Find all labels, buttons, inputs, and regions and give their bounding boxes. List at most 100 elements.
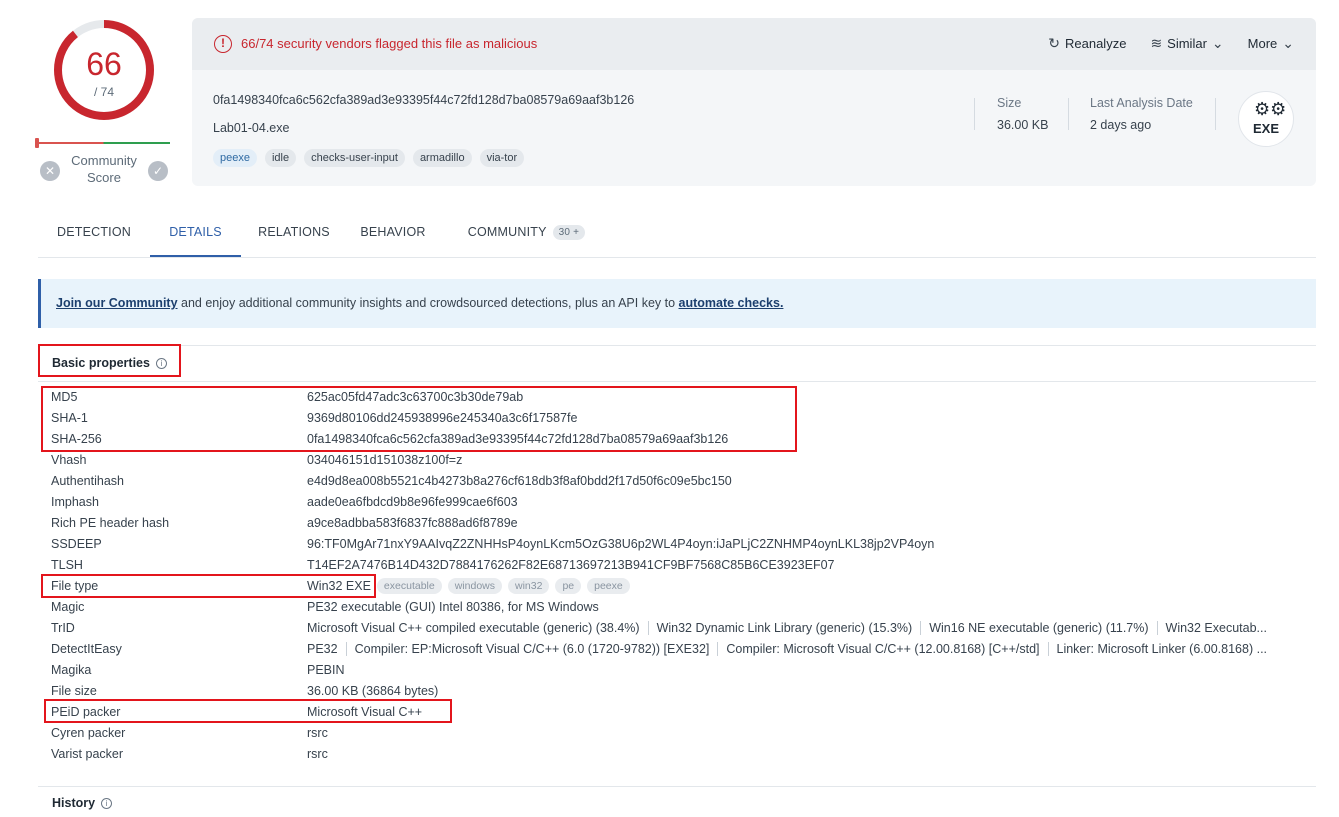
- alert-text: 66/74 security vendors flagged this file…: [241, 36, 538, 51]
- basic-properties-title: Basic properties: [52, 356, 150, 370]
- similar-dropdown[interactable]: ≋ Similar ⌄: [1150, 35, 1223, 52]
- tab-behavior[interactable]: BEHAVIOR: [351, 212, 435, 257]
- property-key: Vhash: [51, 453, 87, 467]
- property-value-text: PE32 executable (GUI) Intel 80386, for M…: [307, 600, 599, 614]
- property-key: SHA-256: [51, 432, 102, 446]
- divider: [1215, 98, 1216, 130]
- divider: [38, 345, 1316, 346]
- property-row: File type Win32 EXE executable windows win32…: [51, 576, 1311, 597]
- last-analysis-block: Last Analysis Date 2 days ago: [1090, 96, 1193, 132]
- property-value: e4d9d8ea008b5521c4b4273b8a276cf618db3f8a…: [307, 471, 1311, 492]
- gears-icon: ⚙⚙: [1254, 99, 1287, 119]
- property-value-text: Win32 EXE: [307, 579, 371, 593]
- property-value-segment: Compiler: Microsoft Visual C/C++ (12.00.…: [717, 642, 1040, 656]
- property-value: 034046151d151038z100f=z: [307, 450, 1311, 471]
- property-value: 0fa1498340fca6c562cfa389ad3e93395f44c72f…: [307, 429, 1311, 450]
- property-key: Cyren packer: [51, 726, 126, 740]
- property-row: DetectItEasy PE32 Compiler: EP:Microsoft V…: [51, 639, 1311, 660]
- property-value-text: T14EF2A7476B14D432D7884176262F82E6871369…: [307, 558, 835, 572]
- property-value-segment: Microsoft Visual C++ compiled executable…: [307, 621, 640, 635]
- tab-details[interactable]: DETAILS: [150, 212, 241, 257]
- tab-count-badge: 30 +: [552, 225, 586, 240]
- property-key: Rich PE header hash: [51, 516, 170, 530]
- file-tag[interactable]: idle: [264, 149, 297, 167]
- file-tag[interactable]: checks-user-input: [304, 149, 405, 167]
- more-dropdown[interactable]: More ⌄: [1248, 35, 1294, 52]
- size-value: 36.00 KB: [997, 118, 1049, 132]
- tab-label: COMMUNITY: [467, 225, 547, 239]
- property-value-text: rsrc: [307, 747, 328, 761]
- divider: [974, 98, 975, 130]
- property-value-segment: Compiler: EP:Microsoft Visual C/C++ (6.0…: [345, 642, 710, 656]
- file-type-tag[interactable]: peexe: [587, 578, 630, 594]
- file-tag[interactable]: peexe: [213, 149, 257, 167]
- community-score-label: Community Score: [71, 153, 137, 185]
- property-value-text: 36.00 KB (36864 bytes): [307, 684, 439, 698]
- property-row: SHA-256 0fa1498340fca6c562cfa389ad3e93395…: [51, 429, 1311, 450]
- divider: [38, 381, 1316, 382]
- property-row: File size 36.00 KB (36864 bytes): [51, 681, 1311, 702]
- property-value-text: 96:TF0MgAr71nxY9AAIvqZ2ZNHHsP4oynLKcm5Oz…: [307, 537, 935, 551]
- tab-label: DETECTION: [56, 225, 132, 239]
- property-row: Authentihash e4d9d8ea008b5521c4b4273b8a27…: [51, 471, 1311, 492]
- file-tag[interactable]: armadillo: [412, 149, 472, 167]
- property-row: TLSH T14EF2A7476B14D432D7884176262F82E687…: [51, 555, 1311, 576]
- downvote-icon[interactable]: ✕: [40, 161, 60, 181]
- property-value-text: rsrc: [307, 726, 328, 740]
- property-value: a9ce8adbba583f6837fc888ad6f8789e: [307, 513, 1311, 534]
- property-key: File type: [51, 579, 99, 593]
- property-value: 96:TF0MgAr71nxY9AAIvqZ2ZNHHsP4oynLKcm5Oz…: [307, 534, 1311, 555]
- report-tabs: DETECTION DETAILS RELATIONS BEHAVIOR COMMUNI…: [38, 212, 1316, 258]
- detection-count: 66: [86, 46, 122, 82]
- basic-properties-table: MD5 625ac05fd47adc3c63700c3b30de79ab SHA-1…: [51, 387, 1311, 765]
- property-row: PEiD packer Microsoft Visual C++: [51, 702, 1311, 723]
- property-row: Varist packer rsrc: [51, 744, 1311, 765]
- chevron-down-icon: ⌄: [1282, 35, 1294, 51]
- property-key: Imphash: [51, 495, 99, 509]
- property-key: SSDEEP: [51, 537, 102, 551]
- property-value: aade0ea6fbdcd9b8e96fe999cae6f603: [307, 492, 1311, 513]
- refresh-icon: ↻: [1048, 35, 1060, 51]
- property-value: rsrc: [307, 723, 1311, 744]
- property-row: Magika PEBIN: [51, 660, 1311, 681]
- property-key: PEiD packer: [51, 705, 121, 719]
- tab-label: RELATIONS: [258, 225, 330, 239]
- banner-middle-text: and enjoy additional community insights …: [177, 296, 679, 310]
- file-type-tag[interactable]: executable: [376, 578, 442, 594]
- history-title: History: [52, 796, 96, 810]
- property-row: Cyren packer rsrc: [51, 723, 1311, 744]
- tab-relations[interactable]: RELATIONS: [241, 212, 347, 257]
- property-value-text: 625ac05fd47adc3c63700c3b30de79ab: [307, 390, 524, 404]
- last-analysis-label: Last Analysis Date: [1090, 96, 1193, 110]
- property-value-segment: Win16 NE executable (generic) (11.7%): [920, 621, 1149, 635]
- tab-detection[interactable]: DETECTION: [38, 212, 150, 257]
- file-type-tag[interactable]: windows: [447, 578, 502, 594]
- file-type-tag[interactable]: win32: [508, 578, 550, 594]
- detection-total: / 74: [93, 85, 114, 99]
- tab-community[interactable]: COMMUNITY 30 +: [455, 212, 598, 257]
- property-row: SHA-1 9369d80106dd245938996e245340a3c6f17…: [51, 408, 1311, 429]
- automate-checks-link[interactable]: automate checks.: [679, 296, 784, 310]
- upvote-icon[interactable]: ✓: [148, 161, 168, 181]
- file-tag[interactable]: via-tor: [479, 149, 525, 167]
- similar-label: Similar: [1167, 36, 1207, 51]
- alert-icon: !: [214, 35, 232, 53]
- info-icon[interactable]: i: [155, 357, 167, 369]
- file-name: Lab01-04.exe: [213, 121, 290, 135]
- property-value-segment: Win32 Dynamic Link Library (generic) (15…: [647, 621, 913, 635]
- property-value-text: aade0ea6fbdcd9b8e96fe999cae6f603: [307, 495, 518, 509]
- info-icon[interactable]: i: [101, 797, 113, 809]
- property-value: T14EF2A7476B14D432D7884176262F82E6871369…: [307, 555, 1311, 576]
- property-value-text: 9369d80106dd245938996e245340a3c6f17587fe: [307, 411, 578, 425]
- property-row: Rich PE header hash a9ce8adbba583f6837fc8…: [51, 513, 1311, 534]
- reanalyze-button[interactable]: ↻ Reanalyze: [1048, 35, 1126, 52]
- property-row: Imphash aade0ea6fbdcd9b8e96fe999cae6f603: [51, 492, 1311, 513]
- file-type-tag[interactable]: pe: [555, 578, 582, 594]
- join-community-link[interactable]: Join our Community: [56, 296, 178, 310]
- file-tags: peexe idle checks-user-input armadillo via-t…: [213, 149, 525, 167]
- property-value: Microsoft Visual C++: [307, 702, 1311, 723]
- property-key: Magic: [51, 600, 85, 614]
- property-key: MD5: [51, 390, 78, 404]
- tab-label: BEHAVIOR: [360, 225, 426, 239]
- property-key: Magika: [51, 663, 92, 677]
